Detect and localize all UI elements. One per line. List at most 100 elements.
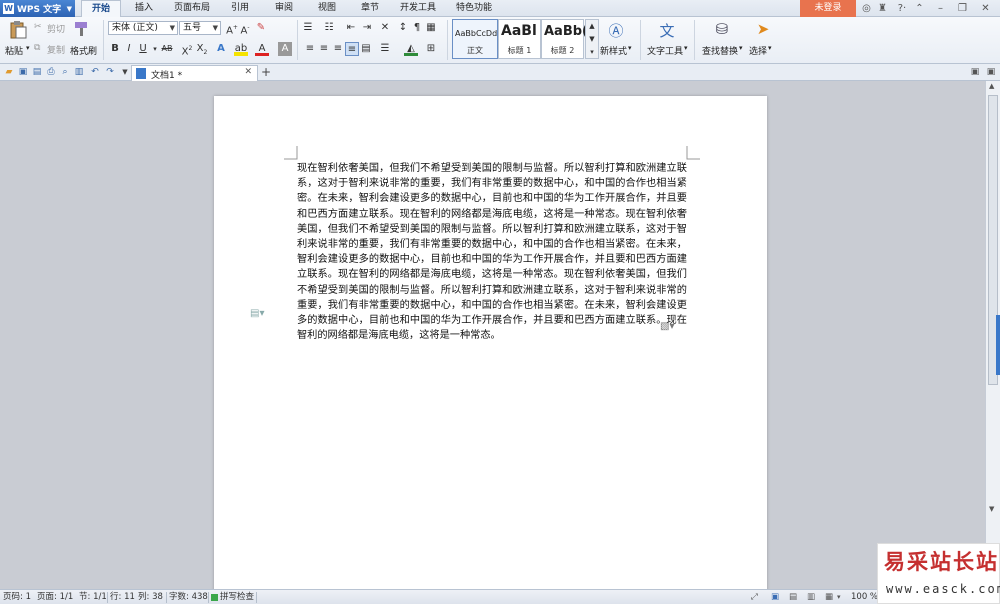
paste-button[interactable]: 粘贴 — [5, 44, 23, 57]
skin-icon[interactable]: ♜ — [876, 2, 889, 15]
style-normal[interactable]: AaBbCcDd 正文 — [452, 19, 498, 59]
fit-page-icon[interactable]: ⤢ — [751, 591, 758, 604]
document-page[interactable]: 现在智利依奢美国，但我们不希望受到美国的限制与监督。所以智利打算和欧洲建立联系，… — [214, 96, 767, 596]
save-as-icon[interactable]: ▤ — [31, 66, 43, 78]
char-shading-icon[interactable]: A — [278, 42, 292, 56]
italic-icon[interactable]: I — [122, 42, 136, 56]
paragraph-marker-icon[interactable]: ▤▾ — [250, 308, 264, 319]
clear-format-icon[interactable]: ✎ — [254, 21, 268, 35]
close-icon[interactable]: ✕ — [979, 2, 992, 15]
select-button[interactable]: 选择 — [749, 44, 767, 57]
cut-button[interactable]: 剪切 — [47, 22, 65, 35]
new-style-icon[interactable]: Ⓐ — [606, 20, 626, 40]
save-icon[interactable]: ▣ — [17, 66, 29, 78]
show-marks-icon[interactable]: ¶ — [410, 21, 424, 35]
justify-icon[interactable]: ≡ — [345, 42, 359, 56]
print-preview-icon[interactable]: ⌕ — [59, 66, 71, 78]
find-replace-button[interactable]: 查找替换 — [702, 44, 738, 57]
bold-icon[interactable]: B — [108, 42, 122, 56]
new-style-button[interactable]: 新样式 — [600, 44, 627, 57]
select-cursor-icon[interactable]: ➤ — [754, 20, 772, 40]
status-section[interactable]: 节: 1/1 — [79, 591, 107, 604]
tab-review[interactable]: 审阅 — [266, 0, 302, 17]
text-tools-icon[interactable]: 文 — [657, 20, 677, 40]
spell-check-button[interactable]: 拼写检查 — [220, 591, 254, 604]
status-row[interactable]: 行: 11 — [110, 591, 135, 604]
new-tab-icon[interactable]: + — [260, 66, 272, 78]
export-pdf-icon[interactable]: ▥ — [73, 66, 85, 78]
align-right-icon[interactable]: ≡ — [331, 42, 345, 56]
scroll-up-icon[interactable]: ▲ — [989, 82, 994, 90]
paste-icon[interactable] — [8, 20, 28, 40]
chevron-down-icon[interactable]: ▾ — [739, 44, 743, 52]
tab-view[interactable]: 视图 — [309, 0, 345, 17]
chevron-down-icon[interactable]: ▼ — [119, 66, 131, 78]
cloud-icon[interactable]: ◎ — [860, 2, 873, 15]
app-menu-button[interactable]: W WPS 文字 ▼ — [0, 0, 75, 17]
zoom-level[interactable]: 100 % — [851, 591, 878, 604]
format-painter-button[interactable]: 格式刷 — [70, 44, 97, 57]
minimize-icon[interactable]: – — [934, 2, 947, 15]
chinese-layout-icon[interactable]: ✕ — [378, 21, 392, 35]
chevron-down-icon[interactable]: ▾ — [628, 44, 632, 52]
undo-icon[interactable]: ↶ — [89, 66, 101, 78]
login-button[interactable]: 未登录 — [800, 0, 856, 17]
web-view-icon[interactable]: ▥ — [807, 591, 815, 604]
tab-developer[interactable]: 开发工具 — [394, 0, 442, 17]
reading-view-icon[interactable]: ▦ — [825, 591, 833, 604]
binoculars-icon[interactable]: ⛁ — [712, 20, 732, 40]
tab-special[interactable]: 特色功能 — [448, 0, 500, 17]
increase-indent-icon[interactable]: ⇥ — [360, 21, 374, 35]
borders-icon[interactable]: ⊞ — [424, 42, 438, 56]
print-icon[interactable]: ⎙ — [45, 66, 57, 78]
scroll-down-icon[interactable]: ▼ — [989, 505, 994, 513]
shrink-font-icon[interactable]: A- — [238, 21, 252, 36]
numbered-list-icon[interactable]: ☷ — [322, 21, 336, 35]
paste-options-icon[interactable]: ▧▾ — [660, 321, 674, 332]
window-layout-icon[interactable]: ▣ — [969, 66, 981, 78]
copy-icon[interactable]: ⧉ — [34, 43, 40, 53]
status-page-number[interactable]: 页码: 1 — [3, 591, 31, 604]
full-screen-view-icon[interactable]: ▤ — [789, 591, 797, 604]
status-word-count[interactable]: 字数: 438 — [169, 591, 208, 604]
style-heading-2[interactable]: AaBb( 标题 2 — [541, 19, 588, 59]
chevron-down-icon[interactable]: ▾ — [837, 591, 841, 604]
restore-icon[interactable]: ❐ — [956, 2, 969, 15]
font-color-icon[interactable]: A — [255, 42, 269, 56]
close-tab-icon[interactable]: ✕ — [244, 67, 252, 77]
bullet-list-icon[interactable]: ☰ — [301, 21, 315, 35]
superscript-icon[interactable]: X2 — [180, 42, 194, 57]
table-icon[interactable]: ▦ — [424, 21, 438, 35]
side-panel-tab[interactable] — [996, 315, 1000, 375]
chevron-down-icon[interactable]: ▾ — [684, 44, 688, 52]
styles-more-icon[interactable]: ▲ ▼ ▾ — [585, 19, 599, 59]
tab-home[interactable]: 开始 — [81, 0, 121, 18]
grow-font-icon[interactable]: A+ — [225, 21, 239, 36]
paste-dropdown-icon[interactable]: ▾ — [26, 44, 30, 52]
help-icon[interactable]: ?· — [893, 2, 911, 15]
page-view-icon[interactable]: ▣ — [771, 591, 779, 604]
redo-icon[interactable]: ↷ — [104, 66, 116, 78]
line-spacing-icon[interactable]: ☰ — [378, 42, 392, 56]
strikethrough-icon[interactable]: AB — [158, 42, 176, 56]
document-body-text[interactable]: 现在智利依奢美国，但我们不希望受到美国的限制与监督。所以智利打算和欧洲建立联系，… — [297, 161, 687, 343]
copy-button[interactable]: 复制 — [47, 43, 65, 56]
open-icon[interactable]: ▰ — [3, 66, 15, 78]
distributed-icon[interactable]: ▤ — [359, 42, 373, 56]
tab-page-layout[interactable]: 页面布局 — [166, 0, 218, 17]
ribbon-collapse-icon[interactable]: ⌃ — [913, 2, 926, 15]
font-name-select[interactable]: 宋体 (正文) ▼ — [108, 21, 178, 35]
chevron-down-icon[interactable]: ▾ — [768, 44, 772, 52]
window-close-icon[interactable]: ▣ — [985, 66, 997, 78]
tab-chapter[interactable]: 章节 — [352, 0, 388, 17]
status-pages[interactable]: 页面: 1/1 — [37, 591, 73, 604]
align-center-icon[interactable]: ≡ — [317, 42, 331, 56]
highlight-icon[interactable]: ab — [234, 42, 248, 56]
text-effect-icon[interactable]: A — [214, 42, 228, 56]
format-painter-icon[interactable] — [73, 20, 91, 38]
font-size-select[interactable]: 五号 ▼ — [179, 21, 221, 35]
decrease-indent-icon[interactable]: ⇤ — [344, 21, 358, 35]
align-left-icon[interactable]: ≡ — [303, 42, 317, 56]
document-tab[interactable]: 文档1 * ✕ — [131, 65, 258, 81]
shading-icon[interactable]: ◭ — [404, 42, 418, 56]
